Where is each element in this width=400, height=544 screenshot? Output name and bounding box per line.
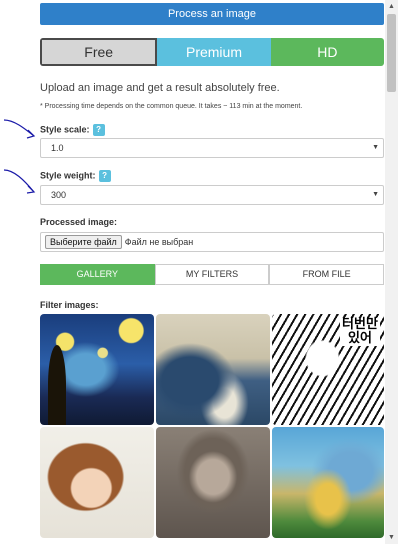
style-weight-select[interactable]: 300 ▼ <box>40 185 384 205</box>
chevron-down-icon: ▼ <box>372 191 379 198</box>
vertical-scrollbar[interactable]: ▲ ▼ <box>385 0 398 544</box>
filter-tile-great-wave[interactable] <box>156 314 270 425</box>
style-scale-help-icon[interactable]: ? <box>92 124 105 136</box>
tab-from-file[interactable]: FROM FILE <box>269 264 385 285</box>
filter-tile-starry-night[interactable] <box>40 314 154 425</box>
tab-my-filters[interactable]: MY FILTERS <box>154 264 270 285</box>
mode-free-button[interactable]: Free <box>40 38 158 66</box>
style-weight-label-text: Style weight: <box>40 170 96 181</box>
chevron-down-icon: ▼ <box>372 144 379 151</box>
style-scale-value: 1.0 <box>51 143 64 153</box>
style-weight-value: 300 <box>51 190 67 200</box>
manga-speech-text: 터번만 있어 <box>340 318 380 346</box>
mode-hd-button[interactable]: HD <box>270 38 384 66</box>
filter-tabs: GALLERY MY FILTERS FROM FILE <box>40 264 385 285</box>
filter-tile-cartoon-girl[interactable] <box>40 427 154 538</box>
choose-file-button[interactable]: Выберите файл <box>45 235 122 249</box>
filter-tile-watercolor-landscape[interactable] <box>272 427 384 538</box>
style-scale-label: Style scale:? <box>40 124 105 136</box>
style-scale-label-text: Style scale: <box>40 124 90 135</box>
mode-selector: Free Premium HD <box>40 38 384 66</box>
process-image-button[interactable]: Process an image <box>40 3 384 25</box>
intro-text: Upload an image and get a result absolut… <box>40 82 280 94</box>
style-weight-help-icon[interactable]: ? <box>98 170 111 182</box>
filter-gallery: 터번만 있어 <box>40 314 384 538</box>
filter-tile-portrait-sketch[interactable] <box>156 427 270 538</box>
filter-tile-manga[interactable]: 터번만 있어 <box>272 314 384 425</box>
scroll-down-icon[interactable]: ▼ <box>385 531 398 544</box>
processed-image-label: Processed image: <box>40 217 118 227</box>
filter-images-label: Filter images: <box>40 300 99 310</box>
style-weight-label: Style weight:? <box>40 170 111 182</box>
processing-note: * Processing time depends on the common … <box>40 103 303 110</box>
annotation-arrows <box>3 119 36 194</box>
file-status-text: Файл не выбран <box>124 237 194 247</box>
tab-gallery[interactable]: GALLERY <box>40 264 155 285</box>
processing-panel: Process an image Free Premium HD Upload … <box>40 0 385 544</box>
file-input: Выберите файл Файл не выбран <box>40 232 384 252</box>
scroll-thumb[interactable] <box>387 14 396 92</box>
style-scale-select[interactable]: 1.0 ▼ <box>40 138 384 158</box>
mode-premium-button[interactable]: Premium <box>157 38 271 66</box>
scroll-up-icon[interactable]: ▲ <box>385 0 398 13</box>
